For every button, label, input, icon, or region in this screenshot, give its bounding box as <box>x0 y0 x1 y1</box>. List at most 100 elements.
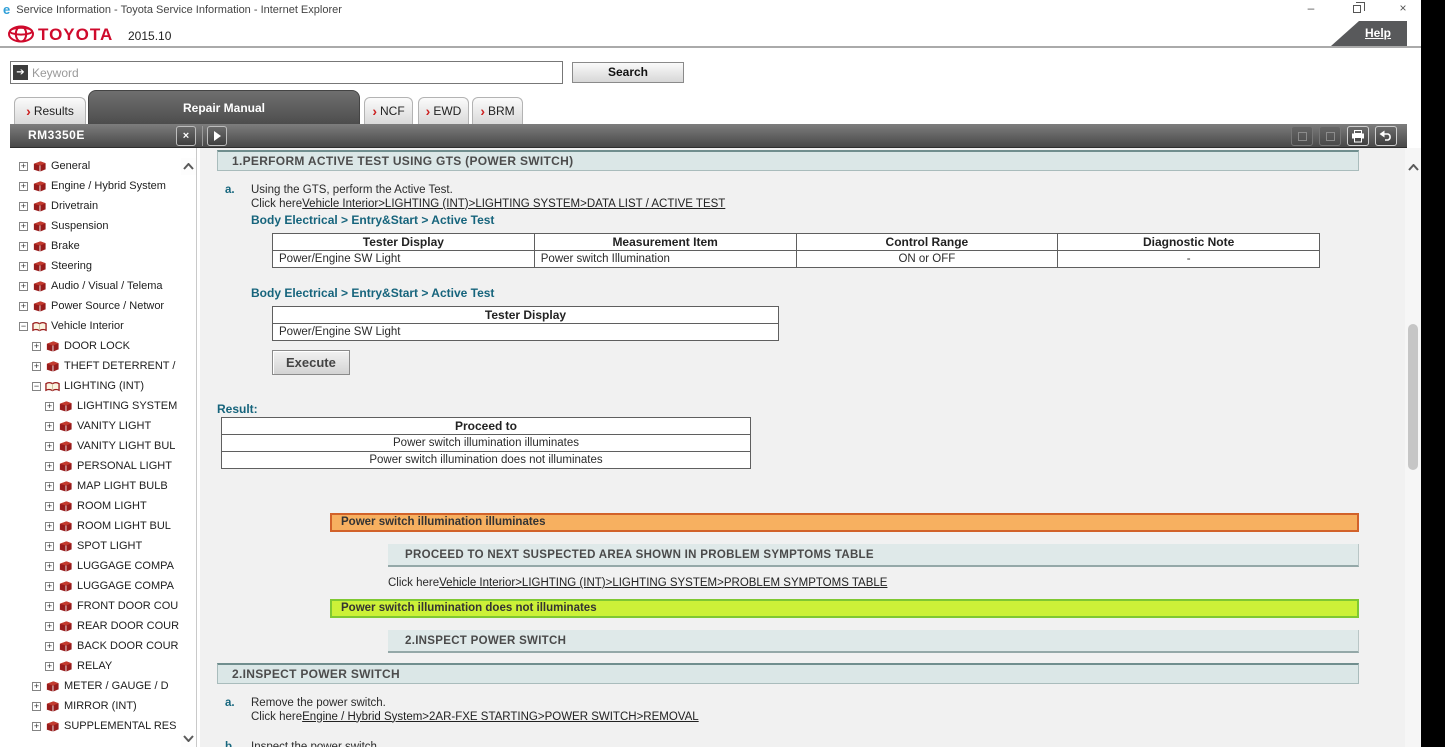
expand-icon[interactable]: + <box>32 362 41 371</box>
tree-item-audio-visual-telema[interactable]: +Audio / Visual / Telema <box>0 276 183 296</box>
tree-item-vanity-light[interactable]: +VANITY LIGHT <box>0 416 183 436</box>
tree-item-label: REAR DOOR COUR <box>77 620 179 632</box>
table-row: Power/Engine SW Light <box>273 324 779 341</box>
book-closed-icon <box>58 600 73 613</box>
tree-item-meter-gauge-d[interactable]: +METER / GAUGE / D <box>0 676 183 696</box>
expand-icon[interactable]: + <box>45 502 54 511</box>
content-scroll-up[interactable] <box>1405 158 1421 176</box>
expand-icon[interactable]: + <box>19 302 28 311</box>
expand-panel-button[interactable] <box>207 126 227 146</box>
tab-results[interactable]: ›Results <box>14 97 86 124</box>
sidebar-scroll-up[interactable] <box>181 158 196 175</box>
expand-icon[interactable]: + <box>45 622 54 631</box>
expand-icon[interactable]: + <box>45 522 54 531</box>
tree-item-map-light-bulb[interactable]: +MAP LIGHT BULB <box>0 476 183 496</box>
tree-item-luggage-compa[interactable]: +LUGGAGE COMPA <box>0 556 183 576</box>
tree-item-suspension[interactable]: +Suspension <box>0 216 183 236</box>
search-button[interactable]: Search <box>572 62 684 83</box>
expand-icon[interactable]: + <box>45 602 54 611</box>
tree-item-general[interactable]: +General <box>0 156 183 176</box>
play-icon <box>214 131 221 141</box>
tree-item-drivetrain[interactable]: +Drivetrain <box>0 196 183 216</box>
book-closed-icon <box>58 500 73 513</box>
tree-item-vanity-light-bul[interactable]: +VANITY LIGHT BUL <box>0 436 183 456</box>
tree-item-supplemental-res[interactable]: +SUPPLEMENTAL RES <box>0 716 183 736</box>
expand-icon[interactable]: + <box>19 262 28 271</box>
expand-icon[interactable]: + <box>45 562 54 571</box>
content-scrollbar[interactable] <box>1405 148 1421 747</box>
tree-item-engine-hybrid-system[interactable]: +Engine / Hybrid System <box>0 176 183 196</box>
expand-icon[interactable]: + <box>45 582 54 591</box>
tree-item-door-lock[interactable]: +DOOR LOCK <box>0 336 183 356</box>
expand-icon[interactable]: + <box>32 722 41 731</box>
back-button[interactable] <box>1375 126 1397 146</box>
result-table: Proceed toPower switch illumination illu… <box>221 417 751 469</box>
table-cell: ON or OFF <box>796 251 1058 268</box>
tree-item-relay[interactable]: +RELAY <box>0 656 183 676</box>
expand-icon[interactable]: + <box>45 462 54 471</box>
expand-icon[interactable]: + <box>32 342 41 351</box>
release-version: 2015.10 <box>128 29 171 43</box>
tree-item-lighting-system[interactable]: +LIGHTING SYSTEM <box>0 396 183 416</box>
expand-icon[interactable]: + <box>19 222 28 231</box>
tree-item-room-light[interactable]: +ROOM LIGHT <box>0 496 183 516</box>
expand-icon[interactable]: + <box>32 682 41 691</box>
collapse-icon[interactable]: − <box>19 322 28 331</box>
tree-item-brake[interactable]: +Brake <box>0 236 183 256</box>
book-closed-icon <box>58 460 73 473</box>
tree-item-personal-light[interactable]: +PERSONAL LIGHT <box>0 456 183 476</box>
expand-icon[interactable]: + <box>45 422 54 431</box>
help-button[interactable]: Help <box>1331 21 1407 46</box>
tree-item-spot-light[interactable]: +SPOT LIGHT <box>0 536 183 556</box>
restore-button[interactable] <box>1349 2 1365 16</box>
tree-item-power-source-networ[interactable]: +Power Source / Networ <box>0 296 183 316</box>
execute-button[interactable]: Execute <box>272 350 350 375</box>
tree-item-theft-deterrent[interactable]: +THEFT DETERRENT / <box>0 356 183 376</box>
minimize-button[interactable]: – <box>1303 2 1319 16</box>
close-button[interactable]: × <box>1395 2 1411 16</box>
tree-item-rear-door-cour[interactable]: + REAR DOOR COUR <box>0 616 183 636</box>
search-go-icon[interactable]: ➔ <box>13 65 28 80</box>
book-closed-icon <box>58 620 73 633</box>
collapse-icon[interactable]: − <box>32 382 41 391</box>
tab-ewd[interactable]: ›EWD <box>418 97 469 124</box>
content-scroll-thumb[interactable] <box>1408 324 1418 470</box>
step-text: Using the GTS, perform the Active Test. <box>251 184 453 196</box>
sidebar-scroll-down[interactable] <box>181 730 196 747</box>
expand-icon[interactable]: + <box>45 442 54 451</box>
book-closed-icon <box>32 220 47 233</box>
tree-item-luggage-compa[interactable]: +LUGGAGE COMPA <box>0 576 183 596</box>
click-line: Click hereVehicle Interior>LIGHTING (INT… <box>388 577 1359 589</box>
chevron-down-icon <box>183 735 194 742</box>
tab-label: Repair Manual <box>183 101 265 115</box>
close-tree-button[interactable]: × <box>176 126 196 146</box>
expand-icon[interactable]: + <box>45 402 54 411</box>
problem-symptoms-link[interactable]: Vehicle Interior>LIGHTING (INT)>LIGHTING… <box>439 577 887 589</box>
power-switch-removal-link[interactable]: Engine / Hybrid System>2AR-FXE STARTING>… <box>302 711 699 723</box>
expand-icon[interactable]: + <box>45 642 54 651</box>
tab-repair-manual[interactable]: Repair Manual <box>88 90 360 124</box>
expand-icon[interactable]: + <box>32 702 41 711</box>
tree-item-back-door-cour[interactable]: +BACK DOOR COUR <box>0 636 183 656</box>
expand-icon[interactable]: + <box>45 482 54 491</box>
tree-item-vehicle-interior[interactable]: −Vehicle Interior <box>0 316 183 336</box>
expand-icon[interactable]: + <box>19 242 28 251</box>
tree-item-steering[interactable]: +Steering <box>0 256 183 276</box>
expand-icon[interactable]: + <box>19 182 28 191</box>
tree-item-mirror-int[interactable]: +MIRROR (INT) <box>0 696 183 716</box>
tree-item-lighting-int[interactable]: −LIGHTING (INT) <box>0 376 183 396</box>
table-header: Diagnostic Note <box>1058 234 1320 251</box>
tab-ncf[interactable]: ›NCF <box>364 97 413 124</box>
datalist-active-test-link[interactable]: Vehicle Interior>LIGHTING (INT)>LIGHTING… <box>302 198 725 210</box>
expand-icon[interactable]: + <box>19 202 28 211</box>
expand-icon[interactable]: + <box>45 542 54 551</box>
tree-item-room-light-bul[interactable]: +ROOM LIGHT BUL <box>0 516 183 536</box>
expand-icon[interactable]: + <box>19 282 28 291</box>
active-test-table: Tester DisplayMeasurement ItemControl Ra… <box>272 233 1320 268</box>
tab-brm[interactable]: ›BRM <box>472 97 523 124</box>
expand-icon[interactable]: + <box>19 162 28 171</box>
search-input[interactable] <box>28 64 562 82</box>
tree-item-front-door-cou[interactable]: +FRONT DOOR COU <box>0 596 183 616</box>
expand-icon[interactable]: + <box>45 662 54 671</box>
print-button[interactable] <box>1347 126 1369 146</box>
